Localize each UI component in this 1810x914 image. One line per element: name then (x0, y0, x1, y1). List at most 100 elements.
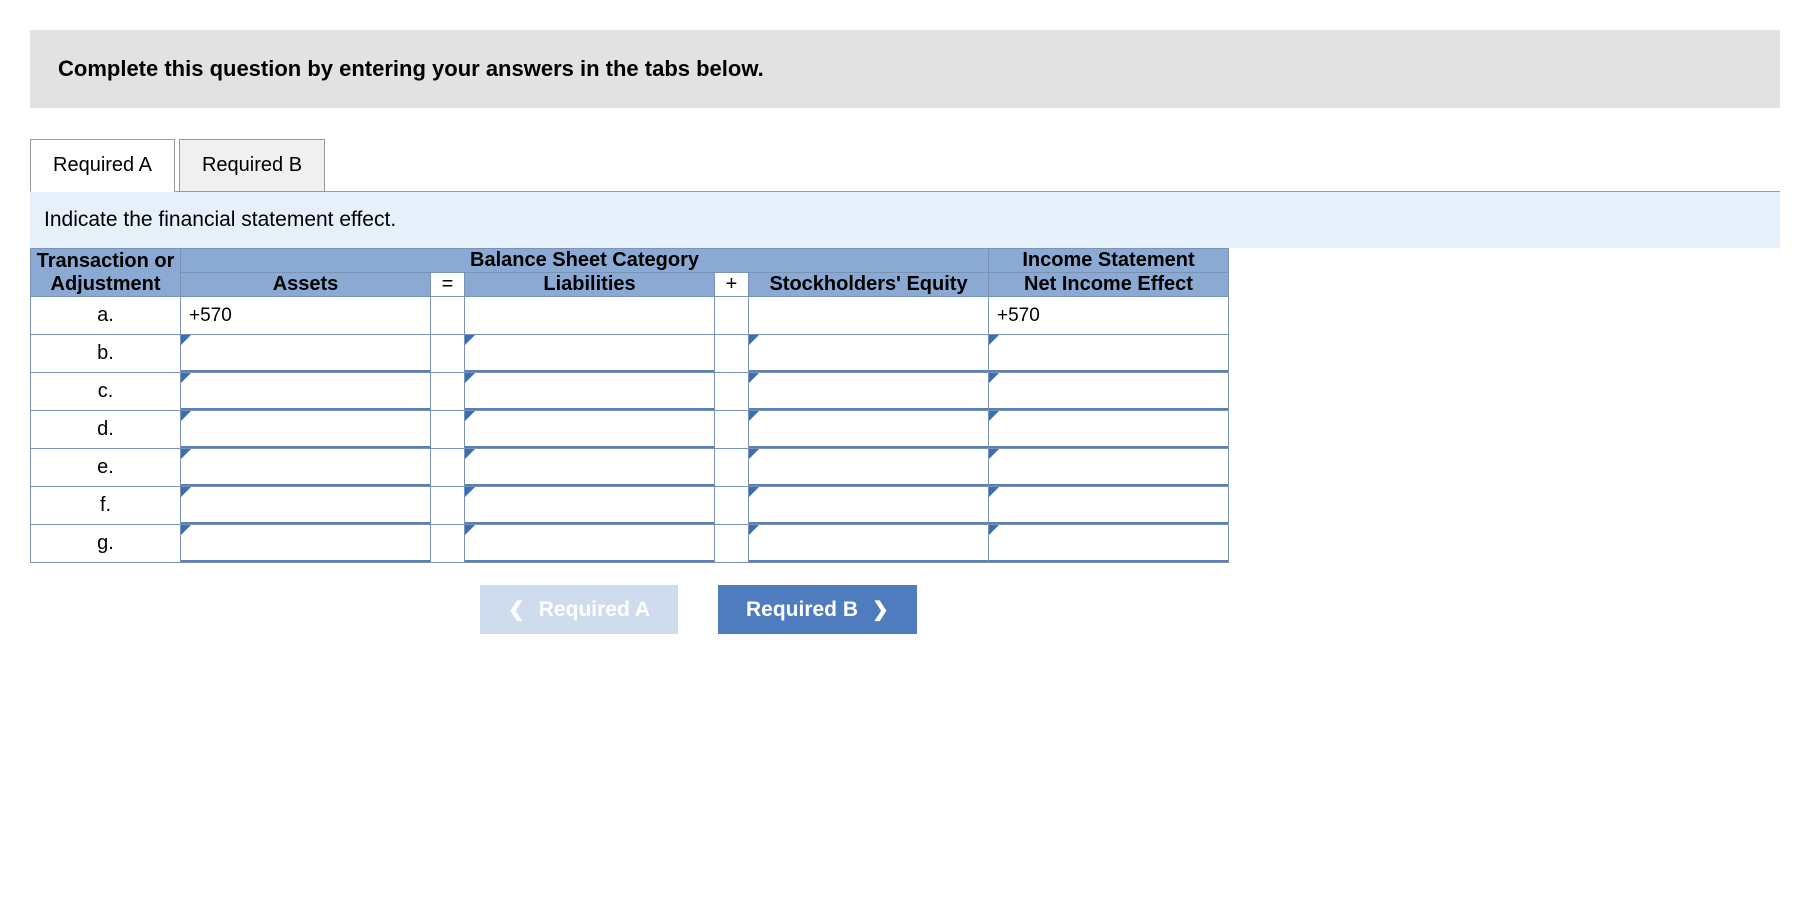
stockholders-input[interactable] (749, 487, 988, 524)
liabilities-input[interactable] (465, 487, 714, 524)
assets-input[interactable] (181, 297, 430, 334)
liabilities-input[interactable] (465, 297, 714, 334)
cell (749, 297, 989, 335)
prev-button-label: Required A (539, 598, 650, 622)
assets-input[interactable] (181, 335, 430, 372)
table-row: e. (31, 449, 1229, 487)
spacer-cell (715, 449, 749, 487)
net-income-input[interactable] (989, 297, 1228, 334)
answer-table: Transaction or Adjustment Balance Sheet … (30, 248, 1229, 563)
row-label: g. (31, 525, 181, 563)
cell (465, 297, 715, 335)
instruction-bar: Complete this question by entering your … (30, 30, 1780, 108)
cell (989, 373, 1229, 411)
net-income-input[interactable] (989, 449, 1228, 486)
tab-required-b[interactable]: Required B (179, 139, 325, 192)
spacer-cell (431, 525, 465, 563)
cell (749, 449, 989, 487)
table-row: g. (31, 525, 1229, 563)
cell (749, 373, 989, 411)
cell (749, 335, 989, 373)
stockholders-input[interactable] (749, 373, 988, 410)
spacer-cell (715, 335, 749, 373)
assets-input[interactable] (181, 487, 430, 524)
tab-required-a[interactable]: Required A (30, 139, 175, 192)
row-label: e. (31, 449, 181, 487)
liabilities-input[interactable] (465, 449, 714, 486)
liabilities-input[interactable] (465, 335, 714, 372)
cell (749, 487, 989, 525)
cell (181, 449, 431, 487)
row-label: c. (31, 373, 181, 411)
row-label: f. (31, 487, 181, 525)
cell (989, 449, 1229, 487)
next-button-label: Required B (746, 598, 858, 622)
spacer-cell (715, 411, 749, 449)
cell (181, 525, 431, 563)
header-stockholders: Stockholders' Equity (749, 273, 989, 297)
cell (465, 411, 715, 449)
net-income-input[interactable] (989, 525, 1228, 562)
assets-input[interactable] (181, 373, 430, 410)
table-row: d. (31, 411, 1229, 449)
stockholders-input[interactable] (749, 411, 988, 448)
assets-input[interactable] (181, 525, 430, 562)
spacer-cell (715, 373, 749, 411)
cell (989, 411, 1229, 449)
header-income-statement: Income Statement (989, 249, 1229, 273)
cell (465, 373, 715, 411)
stockholders-input[interactable] (749, 525, 988, 562)
cell (989, 335, 1229, 373)
stockholders-input[interactable] (749, 449, 988, 486)
tabs-row: Required A Required B (30, 138, 1780, 191)
spacer-cell (715, 487, 749, 525)
table-row: c. (31, 373, 1229, 411)
net-income-input[interactable] (989, 487, 1228, 524)
assets-input[interactable] (181, 411, 430, 448)
spacer-cell (431, 335, 465, 373)
cell (989, 487, 1229, 525)
next-button[interactable]: Required B ❯ (718, 585, 917, 634)
cell (181, 335, 431, 373)
header-liabilities: Liabilities (465, 273, 715, 297)
spacer-cell (431, 411, 465, 449)
liabilities-input[interactable] (465, 373, 714, 410)
row-label: d. (31, 411, 181, 449)
liabilities-input[interactable] (465, 525, 714, 562)
liabilities-input[interactable] (465, 411, 714, 448)
cell (989, 525, 1229, 563)
cell (465, 449, 715, 487)
row-label: b. (31, 335, 181, 373)
spacer-cell (431, 487, 465, 525)
table-row: b. (31, 335, 1229, 373)
cell (181, 373, 431, 411)
cell (749, 525, 989, 563)
header-equals: = (431, 273, 465, 297)
spacer-cell (431, 297, 465, 335)
cell (181, 297, 431, 335)
nav-row: ❮ Required A Required B ❯ (480, 585, 1780, 634)
spacer-cell (431, 373, 465, 411)
cell (181, 487, 431, 525)
spacer-cell (715, 525, 749, 563)
stockholders-input[interactable] (749, 335, 988, 372)
header-plus: + (715, 273, 749, 297)
net-income-input[interactable] (989, 411, 1228, 448)
chevron-left-icon: ❮ (508, 597, 525, 622)
header-transaction: Transaction or Adjustment (31, 249, 181, 297)
net-income-input[interactable] (989, 335, 1228, 372)
cell (465, 487, 715, 525)
cell (465, 335, 715, 373)
header-net-income: Net Income Effect (989, 273, 1229, 297)
header-balance-sheet: Balance Sheet Category (181, 249, 989, 273)
stockholders-input[interactable] (749, 297, 988, 334)
assets-input[interactable] (181, 449, 430, 486)
chevron-right-icon: ❯ (872, 597, 889, 622)
cell (181, 411, 431, 449)
net-income-input[interactable] (989, 373, 1228, 410)
cell (749, 411, 989, 449)
spacer-cell (431, 449, 465, 487)
prev-button[interactable]: ❮ Required A (480, 585, 678, 634)
table-row: f. (31, 487, 1229, 525)
header-assets: Assets (181, 273, 431, 297)
